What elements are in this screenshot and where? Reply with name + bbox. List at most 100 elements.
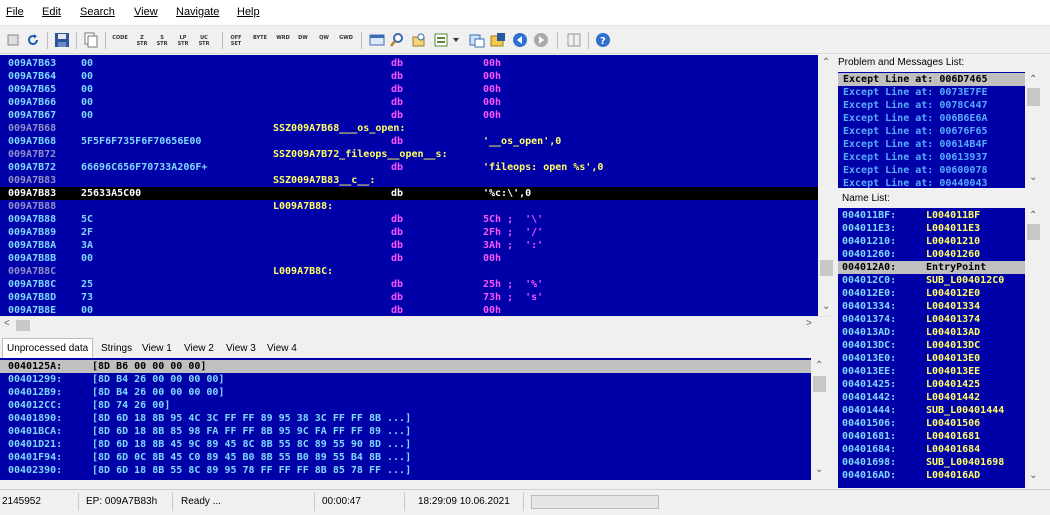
save-as-icon[interactable]: [489, 31, 507, 49]
scroll-left-icon[interactable]: <: [4, 318, 10, 329]
replace-icon[interactable]: [410, 31, 428, 49]
copy-icon[interactable]: [82, 31, 100, 49]
data-row[interactable]: 00401299: [8D B4 26 00 00 00 00]: [0, 373, 811, 386]
name-list-item[interactable]: 00401506: L00401506: [838, 417, 1025, 430]
search-icon[interactable]: [388, 31, 406, 49]
problems-list[interactable]: Except Line at: 006D7465 Except Line at: …: [838, 72, 1025, 188]
menu-search[interactable]: Search: [80, 6, 115, 18]
disasm-row[interactable]: 009A7B88 5C db 5Ch ; '\': [0, 213, 818, 226]
help-icon[interactable]: ?: [594, 31, 612, 49]
find-panel-icon[interactable]: [368, 31, 386, 49]
gwd-button[interactable]: GWD: [338, 35, 354, 41]
export-icon[interactable]: [432, 31, 450, 49]
name-list-item[interactable]: 004013DC: L004013DC: [838, 339, 1025, 352]
back-icon[interactable]: [511, 31, 529, 49]
name-list-item[interactable]: 004013AD: L004013AD: [838, 326, 1025, 339]
data-row[interactable]: 00401D21: [8D 6D 18 8B 45 9C 89 45 8C 8B …: [0, 438, 811, 451]
disasm-row[interactable]: 009A7B72 66696C656F70733A206F+ db 'fileops:…: [0, 161, 818, 174]
scroll-down-icon[interactable]: ⌄: [822, 301, 830, 312]
scroll-up-icon[interactable]: ⌃: [815, 360, 823, 371]
name-list-scrollbar[interactable]: ⌃ ⌄: [1025, 208, 1042, 488]
disasm-row[interactable]: 009A7B83 25633A5C00 db '%c:\',0: [0, 187, 818, 200]
disasm-row[interactable]: 009A7B83 SSZ009A7B83__c__:: [0, 174, 818, 187]
disasm-row[interactable]: 009A7B64 00 db 00h: [0, 70, 818, 83]
name-list-item[interactable]: 00401681: L00401681: [838, 430, 1025, 443]
scroll-thumb[interactable]: [1027, 224, 1040, 240]
name-list-item[interactable]: 00401698: SUB_L00401698: [838, 456, 1025, 469]
disasm-row[interactable]: 009A7B67 00 db 00h: [0, 109, 818, 122]
data-view-scrollbar[interactable]: ⌃ ⌄: [811, 358, 828, 480]
disasm-row[interactable]: 009A7B68 SSZ009A7B68___os_open:: [0, 122, 818, 135]
data-row[interactable]: 00401890: [8D 6D 18 8B 95 4C 3C FF FF 89 …: [0, 412, 811, 425]
tab-view-3[interactable]: View 3: [226, 340, 256, 358]
menu-edit[interactable]: Edit: [42, 6, 61, 18]
sstr-button[interactable]: S STR: [155, 35, 169, 47]
disasm-row[interactable]: 009A7B68 5F5F6F735F6F70656E00 db '__os_open…: [0, 135, 818, 148]
byte-button[interactable]: BYTE: [250, 35, 270, 41]
scroll-up-icon[interactable]: ⌃: [1029, 210, 1037, 221]
disasm-row[interactable]: 009A7B65 00 db 00h: [0, 83, 818, 96]
name-list-item[interactable]: 004011E3: L004011E3: [838, 222, 1025, 235]
scroll-down-icon[interactable]: ⌄: [1029, 172, 1037, 183]
tab-strings[interactable]: Strings: [101, 340, 132, 358]
save-icon[interactable]: [53, 31, 71, 49]
name-list-item[interactable]: 00401442: L00401442: [838, 391, 1025, 404]
menu-view[interactable]: View: [134, 6, 158, 18]
problem-item[interactable]: Except Line at: 00676F65: [843, 125, 988, 138]
disasm-row[interactable]: 009A7B63 00 db 00h: [0, 57, 818, 70]
window-icon[interactable]: [565, 31, 583, 49]
menu-file[interactable]: File: [6, 6, 24, 18]
disassembly-vertical-scrollbar[interactable]: ⌃ ⌄: [818, 55, 835, 316]
scroll-right-icon[interactable]: >: [806, 318, 812, 329]
tab-view-2[interactable]: View 2: [184, 340, 214, 358]
tab-view-4[interactable]: View 4: [267, 340, 297, 358]
problem-item[interactable]: Except Line at: 0078C447: [843, 99, 988, 112]
lpstr-button[interactable]: LP STR: [176, 35, 190, 47]
problem-item[interactable]: Except Line at: 006B6E6A: [843, 112, 988, 125]
problem-item[interactable]: Except Line at: 006D7465: [838, 73, 1025, 86]
disassembly-horizontal-scrollbar[interactable]: < >: [0, 316, 835, 333]
data-row[interactable]: 00402390: [8D 6D 18 8B 55 8C 89 95 78 FF …: [0, 464, 811, 477]
tab-unprocessed-data[interactable]: Unprocessed data: [2, 338, 94, 359]
scroll-down-icon[interactable]: ⌄: [1029, 470, 1037, 481]
disasm-row[interactable]: 009A7B89 2F db 2Fh ; '/': [0, 226, 818, 239]
name-list-item[interactable]: 00401444: SUB_L00401444: [838, 404, 1025, 417]
disassembly-view[interactable]: 009A7B63 00 db 00h 009A7B64 00 db 00h 009A7B65 00…: [0, 55, 818, 316]
disasm-row[interactable]: 009A7B72 SSZ009A7B72_fileops__open__s:: [0, 148, 818, 161]
problem-item[interactable]: Except Line at: 00613937: [843, 151, 988, 164]
scroll-up-icon[interactable]: ⌃: [1029, 74, 1037, 85]
name-list-item[interactable]: 00401260: L00401260: [838, 248, 1025, 261]
unprocessed-data-view[interactable]: 0040125A: [8D B6 00 00 00 00] 00401299: [8D…: [0, 358, 811, 480]
data-row[interactable]: 00401F94: [8D 6D 0C 8B 45 C0 89 45 B0 8B …: [0, 451, 811, 464]
name-list-item[interactable]: 00401334: L00401334: [838, 300, 1025, 313]
name-list-item[interactable]: 00401684: L00401684: [838, 443, 1025, 456]
word-button[interactable]: WRD: [275, 35, 291, 41]
dword-button[interactable]: DW: [296, 35, 310, 41]
problems-scrollbar[interactable]: ⌃ ⌄: [1025, 72, 1042, 188]
disasm-row[interactable]: 009A7B8B 00 db 00h: [0, 252, 818, 265]
name-list-item[interactable]: 004012C0: SUB_L004012C0: [838, 274, 1025, 287]
scroll-thumb[interactable]: [820, 260, 833, 276]
disasm-row[interactable]: 009A7B8D 73 db 73h ; 's': [0, 291, 818, 304]
problem-item[interactable]: Except Line at: 00614B4F: [843, 138, 988, 151]
scroll-thumb[interactable]: [1027, 88, 1040, 106]
name-list-item[interactable]: 00401425: L00401425: [838, 378, 1025, 391]
zstr-button[interactable]: Z STR: [135, 35, 149, 47]
problem-item[interactable]: Except Line at: 00600078: [843, 164, 988, 177]
name-list-item[interactable]: 004016AD: L004016AD: [838, 469, 1025, 482]
name-list-item[interactable]: 004012E0: L004012E0: [838, 287, 1025, 300]
name-list-item[interactable]: 00401210: L00401210: [838, 235, 1025, 248]
scroll-down-icon[interactable]: ⌄: [815, 464, 823, 475]
data-row[interactable]: 0040125A: [8D B6 00 00 00 00]: [0, 360, 811, 373]
problem-item[interactable]: Except Line at: 00440043: [843, 177, 988, 188]
ucstr-button[interactable]: UC STR: [197, 35, 211, 47]
offset-button[interactable]: OFF SET: [229, 35, 243, 47]
name-list-item[interactable]: 004013EE: L004013EE: [838, 365, 1025, 378]
disasm-row[interactable]: 009A7B8C 25 db 25h ; '%': [0, 278, 818, 291]
name-list[interactable]: 004011BF: L004011BF 004011E3: L004011E3 0040…: [838, 208, 1025, 488]
disasm-row[interactable]: 009A7B8A 3A db 3Ah ; ':': [0, 239, 818, 252]
code-button[interactable]: CODE: [112, 35, 128, 41]
refresh-icon[interactable]: [24, 31, 42, 49]
disasm-row[interactable]: 009A7B8E 00 db 00h: [0, 304, 818, 316]
disasm-row[interactable]: 009A7B8C L009A7B8C:: [0, 265, 818, 278]
